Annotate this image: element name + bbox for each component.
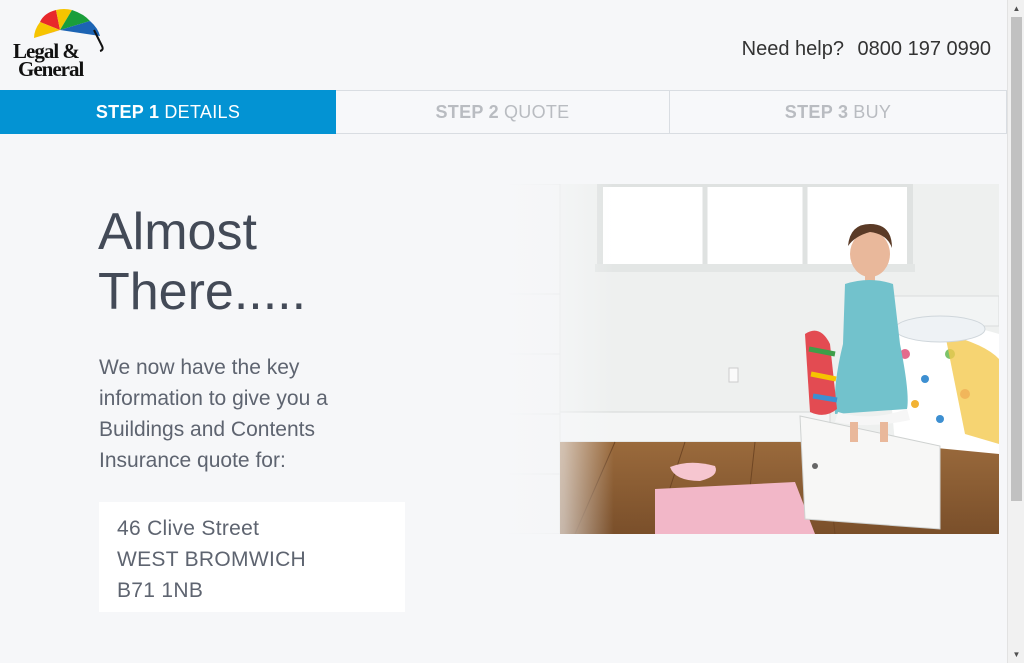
help-label: Need help?: [741, 38, 844, 60]
page-title-line1: Almost: [98, 203, 257, 261]
progress-steps: STEP 1 DETAILS STEP 2 QUOTE STEP 3 BUY: [0, 90, 1007, 134]
step-number: STEP 1: [95, 101, 160, 122]
intro-text: We now have the key information to give …: [99, 356, 328, 472]
hero-photo: [505, 184, 999, 534]
header: Legal & General Need help? 0800 197 0990: [0, 0, 1007, 90]
scrollbar-thumb[interactable]: [1011, 17, 1022, 501]
step-number: STEP 2: [435, 101, 499, 122]
bedroom-illustration: [505, 184, 999, 534]
address-line-postcode: B71 1NB: [117, 579, 204, 602]
help-contact: Need help? 0800 197 0990: [742, 38, 991, 61]
address-line-town: WEST BROMWICH: [117, 548, 307, 571]
scroll-up-arrow-icon[interactable]: ▲: [1008, 0, 1024, 17]
step-label: BUY: [853, 101, 892, 122]
logo-text-line2: General: [18, 57, 84, 81]
step-number: STEP 3: [784, 101, 849, 122]
page: Legal & General Need help? 0800 197 0990…: [0, 0, 1007, 663]
page-title: Almost There.....: [98, 202, 458, 322]
address-box: 46 Clive Street WEST BROMWICH B71 1NB: [99, 502, 405, 612]
step-quote[interactable]: STEP 2 QUOTE: [336, 90, 670, 134]
step-buy[interactable]: STEP 3 BUY: [670, 90, 1007, 134]
step-label: DETAILS: [164, 101, 241, 122]
scroll-down-arrow-icon[interactable]: ▼: [1008, 646, 1024, 663]
vertical-scrollbar[interactable]: ▲ ▼: [1007, 0, 1024, 663]
legal-and-general-logo[interactable]: Legal & General: [10, 8, 110, 80]
step-details[interactable]: STEP 1 DETAILS: [0, 90, 336, 134]
step-label: QUOTE: [503, 101, 570, 122]
address-line-street: 46 Clive Street: [117, 517, 260, 540]
phone-number-link[interactable]: 0800 197 0990: [858, 38, 991, 60]
page-title-line2: There.....: [98, 263, 307, 321]
